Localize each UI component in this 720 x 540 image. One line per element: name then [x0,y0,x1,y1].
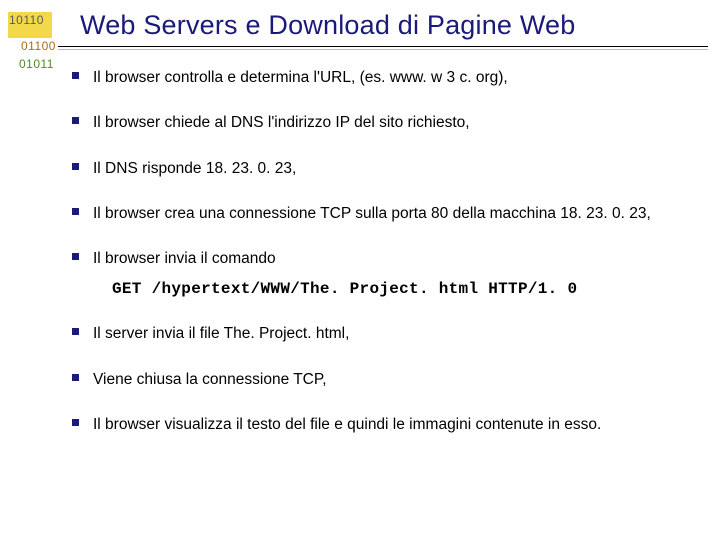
bullet-text: Il browser chiede al DNS l'indirizzo IP … [93,111,692,134]
list-item: Il browser crea una connessione TCP sull… [72,202,692,225]
bullet-text: Il browser controlla e determina l'URL, … [93,66,692,89]
bullet-icon [72,72,79,79]
list-item: Il DNS risponde 18. 23. 0. 23, [72,157,692,180]
deco-bits-3: 01011 [18,56,55,72]
command-block: GET /hypertext/WWW/The. Project. html HT… [72,280,692,298]
slide-title: Web Servers e Download di Pagine Web [80,10,575,41]
bullet-text: Il browser crea una connessione TCP sull… [93,202,692,225]
http-command: GET /hypertext/WWW/The. Project. html HT… [72,280,692,298]
list-item: Il browser visualizza il testo del file … [72,413,692,436]
list-item: Il browser controlla e determina l'URL, … [72,66,692,89]
bullet-text: Il browser visualizza il testo del file … [93,413,692,436]
bullet-text: Viene chiusa la connessione TCP, [93,368,692,391]
bullet-icon [72,163,79,170]
title-underline [58,46,708,50]
bullet-icon [72,208,79,215]
bullet-icon [72,419,79,426]
deco-bits-1: 10110 [8,12,52,38]
list-item: Il browser chiede al DNS l'indirizzo IP … [72,111,692,134]
list-item: Viene chiusa la connessione TCP, [72,368,692,391]
slide-body: Il browser controlla e determina l'URL, … [72,66,692,458]
bullet-text: Il browser invia il comando [93,247,692,270]
bullet-icon [72,374,79,381]
bullet-text: Il DNS risponde 18. 23. 0. 23, [93,157,692,180]
list-item: Il server invia il file The. Project. ht… [72,322,692,345]
bullet-icon [72,328,79,335]
bullet-icon [72,117,79,124]
bullet-icon [72,253,79,260]
bullet-text: Il server invia il file The. Project. ht… [93,322,692,345]
deco-bits-2: 01100 [20,38,57,54]
list-item: Il browser invia il comando [72,247,692,270]
